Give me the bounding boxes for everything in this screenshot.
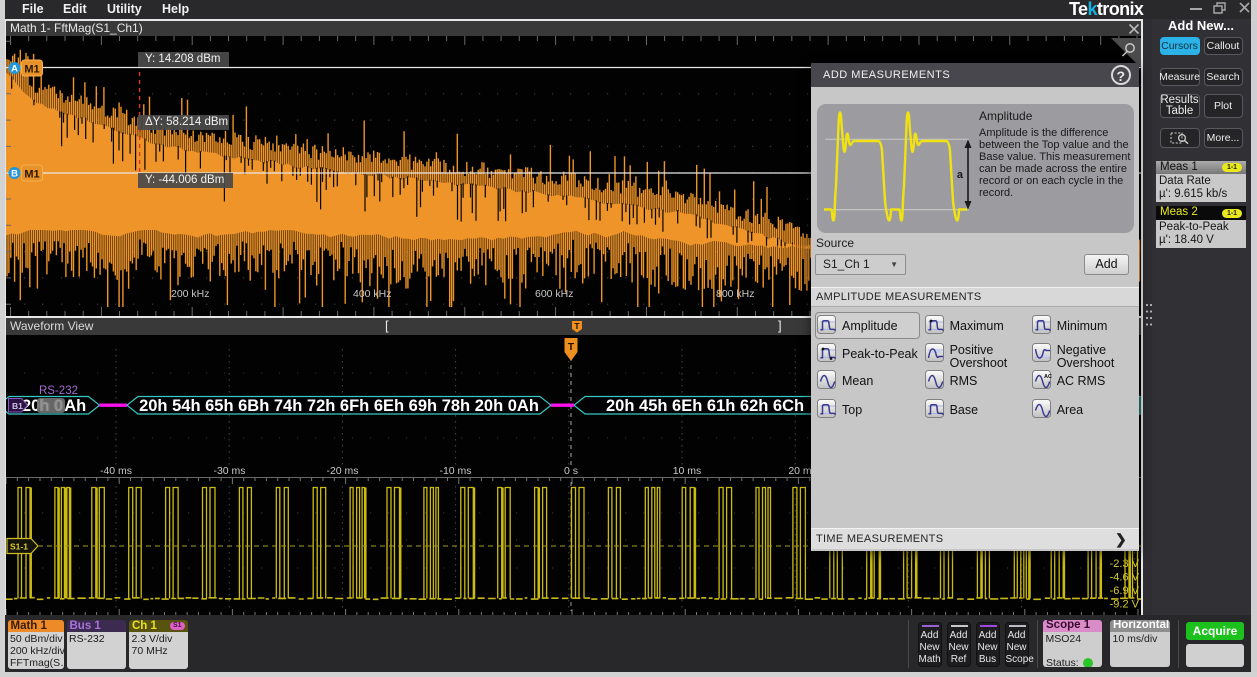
svg-text:RS-232: RS-232 [39,385,78,397]
svg-text:-6.9 V: -6.9 V [1110,585,1140,597]
svg-text:0 s: 0 s [564,465,578,477]
svg-text:10 ms: 10 ms [673,465,702,477]
svg-text:20 m: 20 m [788,465,812,477]
svg-text:20h 45h 6Eh 61h 62h 6Ch: 20h 45h 6Eh 61h 62h 6Ch [606,397,804,415]
svg-text:M1: M1 [24,169,39,181]
svg-text:20h 54h 65h 6Bh 74h 72h 6Fh 6E: 20h 54h 65h 6Bh 74h 72h 6Fh 6Eh 69h 78h … [139,397,539,415]
svg-text:S1-1: S1-1 [10,542,28,552]
svg-text:AC: AC [1044,374,1052,380]
svg-text:h 0: h 0 [39,397,63,415]
svg-text:-30 ms: -30 ms [213,465,245,477]
svg-text:B1: B1 [12,401,23,411]
svg-text:-20 ms: -20 ms [326,465,358,477]
svg-text:a: a [957,169,964,181]
svg-text:M1: M1 [24,64,39,76]
svg-text:T: T [574,321,580,331]
svg-text:A: A [11,64,18,75]
svg-text:B: B [11,169,18,180]
svg-text:-4.6 V: -4.6 V [1110,572,1140,584]
svg-text:T: T [568,341,575,353]
svg-text:-40 ms: -40 ms [100,465,132,477]
svg-text:-2.3 V: -2.3 V [1110,558,1140,570]
svg-text:-10 ms: -10 ms [439,465,471,477]
svg-text:-9.2 V: -9.2 V [1110,599,1140,611]
